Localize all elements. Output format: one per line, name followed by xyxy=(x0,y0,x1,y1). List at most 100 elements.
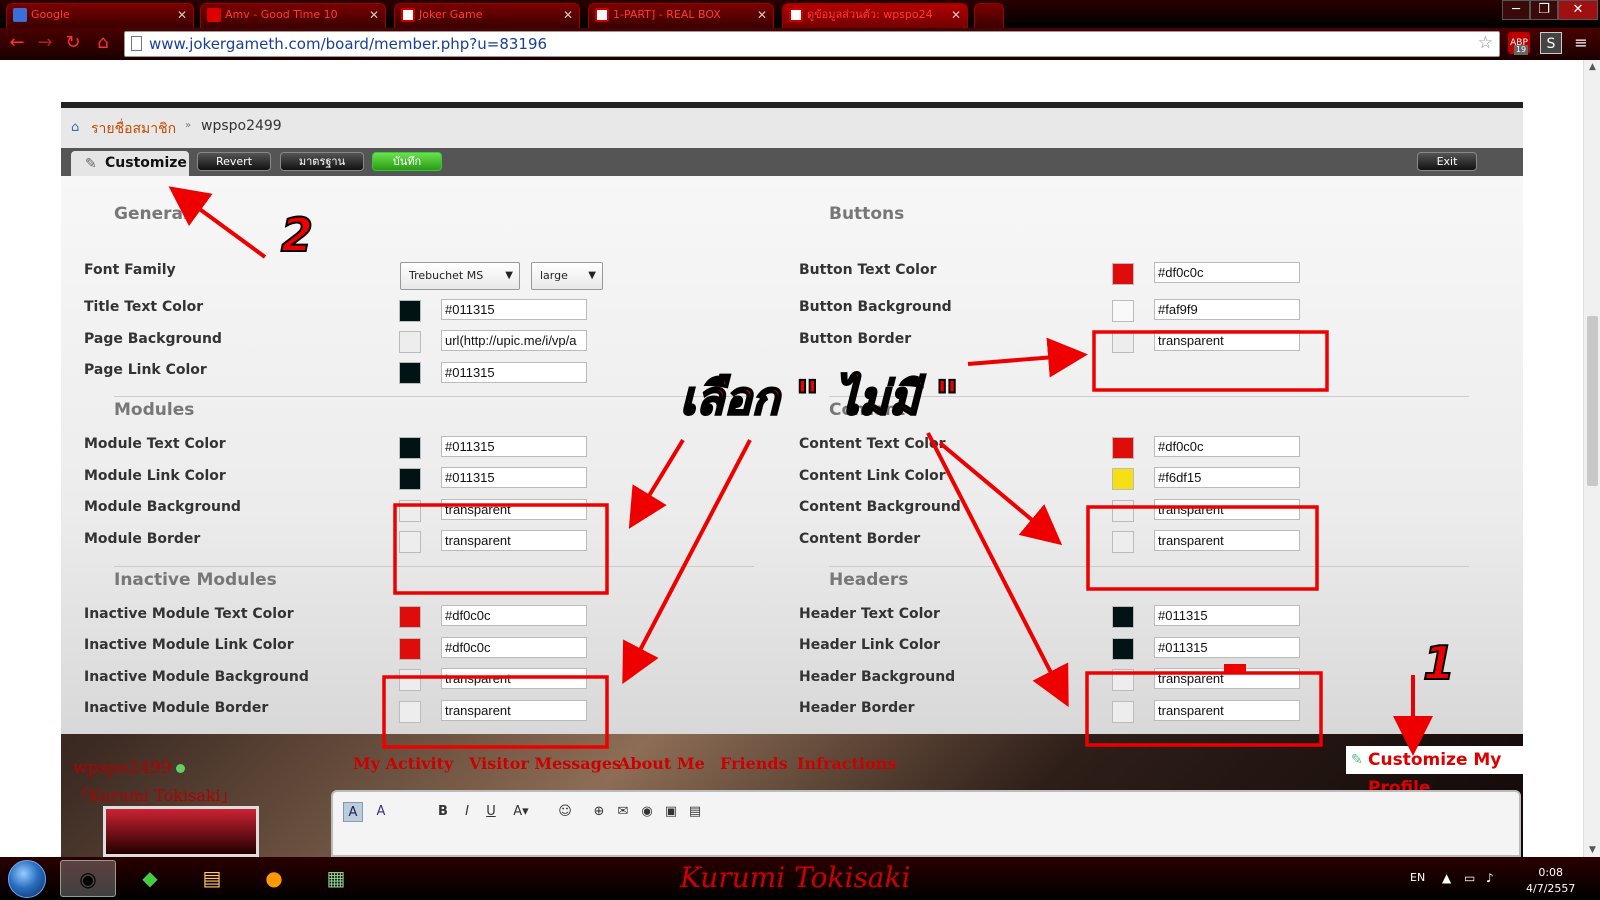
maximize-icon[interactable]: ❐ xyxy=(1530,0,1558,20)
home-icon[interactable]: ⌂ xyxy=(71,120,79,135)
scroll-up-icon[interactable]: ▲ xyxy=(1584,62,1600,72)
close-window-icon[interactable]: ✕ xyxy=(1558,0,1598,20)
header-text-color-swatch[interactable] xyxy=(1112,606,1134,628)
media-player-taskbar-icon[interactable]: ● xyxy=(246,860,302,897)
tab-friends[interactable]: Friends xyxy=(720,754,788,773)
inactive-module-text-color-input[interactable]: #df0c0c xyxy=(441,605,587,626)
inactive-module-link-color-input[interactable]: #df0c0c xyxy=(441,637,587,658)
save-button[interactable]: บันทึก xyxy=(372,152,442,171)
scrollbar-thumb[interactable] xyxy=(1587,316,1598,486)
chrome-menu-icon[interactable]: ≡ xyxy=(1570,32,1592,54)
font-family-select[interactable]: Trebuchet MS ▼ xyxy=(400,262,520,290)
customize-my-profile-link[interactable]: ✎ Customize My Profile xyxy=(1346,746,1562,798)
image-icon[interactable]: ◉ xyxy=(637,802,657,822)
font-style-icon[interactable]: A xyxy=(343,802,363,822)
tab-joker-game[interactable]: Joker Game ✕ xyxy=(394,3,580,28)
language-indicator[interactable]: EN xyxy=(1410,871,1425,884)
minimize-icon[interactable]: ─ xyxy=(1502,0,1530,20)
page-link-color-input[interactable]: #011315 xyxy=(441,362,587,383)
button-border-input[interactable]: transparent xyxy=(1154,330,1300,351)
header-link-color-swatch[interactable] xyxy=(1112,638,1134,660)
tab-real-box[interactable]: 1-PART] - REAL BOX ✕ xyxy=(588,3,774,28)
font-size-icon[interactable]: A▾ xyxy=(511,802,531,822)
header-text-color-input[interactable]: #011315 xyxy=(1154,605,1300,626)
smiley-icon[interactable]: ☺ xyxy=(555,802,575,822)
button-background-input[interactable]: #faf9f9 xyxy=(1154,299,1300,320)
tab-about-me[interactable]: About Me xyxy=(618,754,705,773)
module-border-input[interactable]: transparent xyxy=(441,530,587,551)
breadcrumb-members-link[interactable]: รายชื่อสมาชิก xyxy=(91,118,176,140)
app-taskbar-icon[interactable]: ▦ xyxy=(308,860,364,897)
extension-s-icon[interactable]: S xyxy=(1540,32,1562,54)
underline-icon[interactable]: U xyxy=(481,802,501,822)
tab-amv[interactable]: Amv - Good Time 10 ✕ xyxy=(200,3,386,28)
content-text-color-swatch[interactable] xyxy=(1112,437,1134,459)
volume-icon[interactable]: ♪ xyxy=(1486,871,1494,885)
bookmark-star-icon[interactable]: ☆ xyxy=(1478,33,1493,53)
link-icon[interactable]: ⊕ xyxy=(589,802,609,822)
tab-my-activity[interactable]: My Activity xyxy=(353,754,453,773)
reload-icon[interactable]: ↻ xyxy=(62,32,84,54)
tab-close-icon[interactable]: ✕ xyxy=(951,4,961,26)
default-button[interactable]: มาตรฐาน xyxy=(280,152,364,171)
title-text-color-swatch[interactable] xyxy=(399,300,421,322)
network-app-taskbar-icon[interactable]: ◆ xyxy=(122,860,178,897)
inactive-module-text-color-swatch[interactable] xyxy=(399,606,421,628)
header-border-input[interactable]: transparent xyxy=(1154,700,1300,721)
content-border-swatch[interactable] xyxy=(1112,531,1134,553)
inactive-module-border-swatch[interactable] xyxy=(399,701,421,723)
tab-close-icon[interactable]: ✕ xyxy=(177,4,187,26)
vertical-scrollbar[interactable]: ▲ ▼ xyxy=(1583,60,1600,857)
button-text-color-input[interactable]: #df0c0c xyxy=(1154,262,1300,283)
email-icon[interactable]: ✉ xyxy=(613,802,633,822)
tab-infractions[interactable]: Infractions xyxy=(797,754,896,773)
module-border-swatch[interactable] xyxy=(399,531,421,553)
page-background-swatch[interactable] xyxy=(399,331,421,353)
forward-arrow-icon[interactable]: → xyxy=(34,32,56,54)
page-background-input[interactable]: url(http://upic.me/i/vp/a xyxy=(441,330,587,351)
address-bar[interactable]: www.jokergameth.com/board/member.php?u=8… xyxy=(124,31,1500,57)
revert-button[interactable]: Revert xyxy=(197,152,271,171)
module-background-input[interactable]: transparent xyxy=(441,499,587,520)
content-link-color-input[interactable]: #f6df15 xyxy=(1154,467,1300,488)
module-link-color-swatch[interactable] xyxy=(399,468,421,490)
module-text-color-swatch[interactable] xyxy=(399,437,421,459)
tray-expand-icon[interactable]: ▲ xyxy=(1442,871,1451,885)
start-button[interactable] xyxy=(8,860,46,898)
chrome-taskbar-icon[interactable]: ◉ xyxy=(60,860,116,897)
video-icon[interactable]: ▤ xyxy=(685,802,705,822)
font-color-icon[interactable]: A xyxy=(371,802,391,822)
new-tab-button[interactable] xyxy=(974,3,1004,28)
button-background-swatch[interactable] xyxy=(1112,300,1134,322)
bold-icon[interactable]: B xyxy=(433,802,453,822)
button-text-color-swatch[interactable] xyxy=(1112,263,1134,285)
module-link-color-input[interactable]: #011315 xyxy=(441,467,587,488)
italic-icon[interactable]: I xyxy=(457,802,477,822)
tab-close-icon[interactable]: ✕ xyxy=(757,4,767,26)
content-background-swatch[interactable] xyxy=(1112,500,1134,522)
title-text-color-input[interactable]: #011315 xyxy=(441,299,587,320)
content-link-color-swatch[interactable] xyxy=(1112,468,1134,490)
page-link-color-swatch[interactable] xyxy=(399,362,421,384)
tab-close-icon[interactable]: ✕ xyxy=(563,4,573,26)
content-border-input[interactable]: transparent xyxy=(1154,530,1300,551)
inactive-module-link-color-swatch[interactable] xyxy=(399,638,421,660)
picture-icon[interactable]: ▣ xyxy=(661,802,681,822)
module-text-color-input[interactable]: #011315 xyxy=(441,436,587,457)
tab-customize[interactable]: ✎ Customize xyxy=(71,151,189,179)
content-text-color-input[interactable]: #df0c0c xyxy=(1154,436,1300,457)
header-border-swatch[interactable] xyxy=(1112,701,1134,723)
tab-visitor-messages[interactable]: Visitor Messages xyxy=(469,754,621,773)
header-background-swatch[interactable] xyxy=(1112,669,1134,691)
scroll-down-icon[interactable]: ▼ xyxy=(1584,845,1600,855)
button-border-swatch[interactable] xyxy=(1112,331,1134,353)
header-background-input[interactable]: transparent xyxy=(1154,668,1300,689)
network-icon[interactable]: ▭ xyxy=(1464,871,1475,885)
module-background-swatch[interactable] xyxy=(399,500,421,522)
content-background-input[interactable]: transparent xyxy=(1154,499,1300,520)
inactive-module-border-input[interactable]: transparent xyxy=(441,700,587,721)
system-clock[interactable]: 0:08 4/7/2557 xyxy=(1526,865,1575,897)
header-link-color-input[interactable]: #011315 xyxy=(1154,637,1300,658)
tab-member-profile[interactable]: ดูข้อมูลส่วนตัว: wpspo24 ✕ xyxy=(782,3,968,28)
exit-button[interactable]: Exit xyxy=(1417,152,1477,171)
